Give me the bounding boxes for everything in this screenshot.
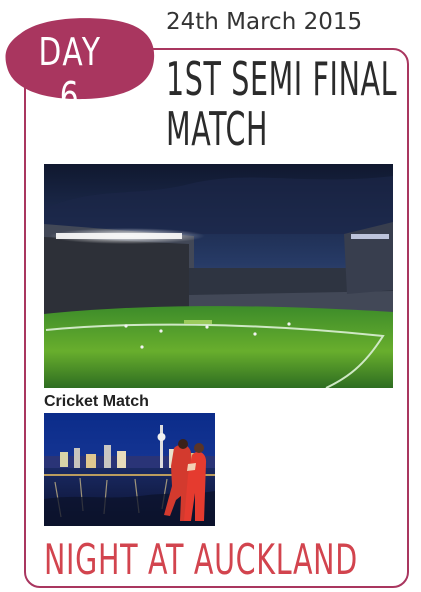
stadium-photo: [44, 164, 393, 388]
auckland-night-photo: [44, 413, 215, 526]
night-at-auckland-title: NIGHT AT AUCKLAND: [44, 535, 358, 584]
event-title: 1ST SEMI FINAL MATCH: [166, 52, 398, 156]
day-label: DAY 6: [38, 30, 102, 118]
event-date: 24th March 2015: [166, 9, 363, 35]
event-title-line-1: 1ST SEMI FINAL: [166, 52, 398, 106]
day-badge: DAY 6: [2, 10, 160, 118]
event-title-line-2: MATCH: [166, 102, 269, 156]
stadium-caption: Cricket Match: [44, 393, 149, 410]
